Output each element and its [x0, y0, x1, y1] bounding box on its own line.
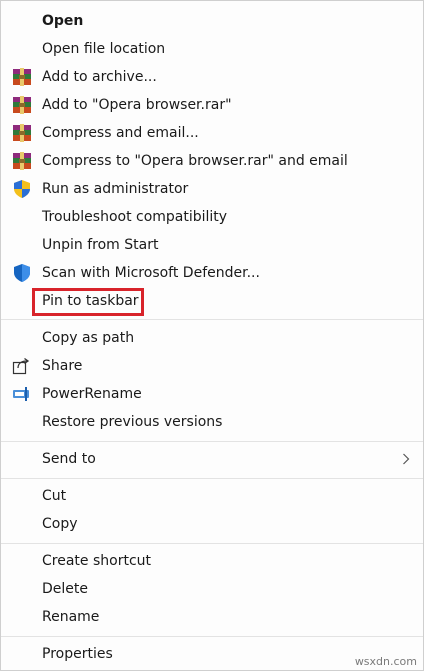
menu-separator: [1, 478, 423, 479]
menu-item-send-to[interactable]: Send to: [1, 445, 423, 473]
menu-item-create-shortcut[interactable]: Create shortcut: [1, 547, 423, 575]
uac-shield-icon: [12, 180, 32, 198]
share-icon: [12, 357, 32, 375]
menu-item-power-rename[interactable]: PowerRename: [1, 380, 423, 408]
menu-item-label: Unpin from Start: [42, 237, 159, 253]
winrar-archive-icon: [12, 68, 32, 86]
defender-shield-icon: [12, 264, 32, 282]
menu-item-label: Run as administrator: [42, 181, 189, 197]
menu-item-label: Send to: [42, 451, 96, 467]
menu-item-label: Open: [42, 13, 84, 29]
context-menu: Open Open file location Add to archive..…: [0, 0, 424, 671]
winrar-archive-icon: [12, 124, 32, 142]
menu-item-label: Open file location: [42, 41, 166, 57]
menu-separator: [1, 636, 423, 637]
menu-item-label: Add to "Opera browser.rar": [42, 97, 232, 113]
menu-item-delete[interactable]: Delete: [1, 575, 423, 603]
menu-item-label: Copy: [42, 516, 78, 532]
winrar-archive-icon: [12, 96, 32, 114]
menu-item-label: Add to archive...: [42, 69, 157, 85]
menu-item-label: Scan with Microsoft Defender...: [42, 265, 260, 281]
menu-item-label: Compress and email...: [42, 125, 199, 141]
menu-item-label: Create shortcut: [42, 553, 152, 569]
menu-item-scan-defender[interactable]: Scan with Microsoft Defender...: [1, 259, 423, 287]
menu-item-run-as-admin[interactable]: Run as administrator: [1, 175, 423, 203]
menu-separator: [1, 441, 423, 442]
menu-item-label: Cut: [42, 488, 67, 504]
menu-item-add-to-archive[interactable]: Add to archive...: [1, 63, 423, 91]
watermark-text: wsxdn.com: [354, 655, 417, 668]
menu-item-open[interactable]: Open: [1, 7, 423, 35]
powerrename-icon: [12, 385, 32, 403]
menu-item-rename[interactable]: Rename: [1, 603, 423, 631]
menu-item-label: PowerRename: [42, 386, 142, 402]
highlight-box: [32, 288, 144, 316]
menu-item-unpin-start[interactable]: Unpin from Start: [1, 231, 423, 259]
menu-item-cut[interactable]: Cut: [1, 482, 423, 510]
menu-item-copy-as-path[interactable]: Copy as path: [1, 324, 423, 352]
menu-item-open-file-location[interactable]: Open file location: [1, 35, 423, 63]
menu-item-label: Rename: [42, 609, 100, 625]
menu-item-label: Troubleshoot compatibility: [42, 209, 228, 225]
menu-item-troubleshoot[interactable]: Troubleshoot compatibility: [1, 203, 423, 231]
chevron-right-icon: [402, 445, 410, 473]
menu-separator: [1, 543, 423, 544]
menu-item-copy[interactable]: Copy: [1, 510, 423, 538]
menu-item-label: Properties: [42, 646, 113, 662]
menu-item-label: Share: [42, 358, 83, 374]
menu-item-label: Delete: [42, 581, 88, 597]
menu-item-label: Copy as path: [42, 330, 135, 346]
winrar-archive-icon: [12, 152, 32, 170]
menu-item-add-to-rar[interactable]: Add to "Opera browser.rar": [1, 91, 423, 119]
menu-separator: [1, 319, 423, 320]
menu-item-compress-rar-email[interactable]: Compress to "Opera browser.rar" and emai…: [1, 147, 423, 175]
menu-item-label: Compress to "Opera browser.rar" and emai…: [42, 153, 348, 169]
menu-item-restore-versions[interactable]: Restore previous versions: [1, 408, 423, 436]
menu-item-compress-email[interactable]: Compress and email...: [1, 119, 423, 147]
menu-item-label: Restore previous versions: [42, 414, 223, 430]
menu-item-share[interactable]: Share: [1, 352, 423, 380]
